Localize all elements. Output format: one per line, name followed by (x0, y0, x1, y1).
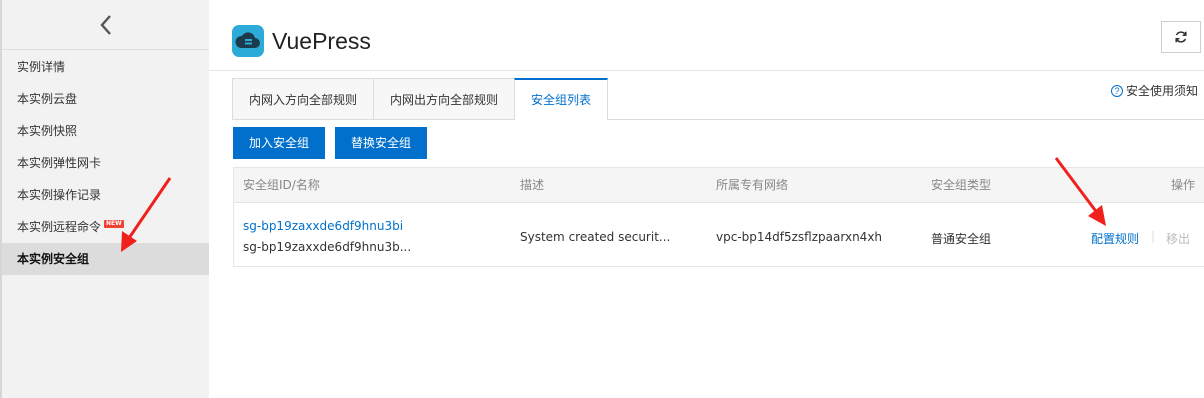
refresh-button[interactable] (1161, 21, 1201, 53)
table-row: sg-bp19zaxxde6df9hnu3bi sg-bp19zaxxde6df… (234, 203, 1204, 267)
remove-link[interactable]: 移出 (1166, 230, 1190, 247)
new-badge: NEW (104, 220, 124, 228)
join-security-group-button[interactable]: 加入安全组 (233, 127, 326, 159)
configure-rules-link[interactable]: 配置规则 (1091, 230, 1139, 247)
security-notice-link[interactable]: ? 安全使用须知 (1111, 82, 1198, 99)
column-header-actions: 操作 (1171, 178, 1196, 192)
column-header-type: 安全组类型 (931, 178, 992, 192)
security-group-id-link[interactable]: sg-bp19zaxxde6df9hnu3bi (243, 219, 403, 233)
security-group-vpc: vpc-bp14df5zsflzpaarxn4xh (716, 230, 883, 244)
refresh-icon (1175, 31, 1187, 43)
question-icon: ? (1111, 84, 1123, 97)
sidebar: 实例详情 本实例云盘 本实例快照 本实例弹性网卡 本实例操作记录 本实例远程命令… (0, 0, 209, 398)
sidebar-item-operation-log[interactable]: 本实例操作记录 (2, 179, 209, 211)
table-header: 安全组ID/名称 描述 所属专有网络 安全组类型 操作 (234, 168, 1204, 203)
cloud-server-icon (232, 25, 264, 57)
security-group-description: System created securit... (520, 230, 671, 244)
tab-outbound-rules[interactable]: 内网出方向全部规则 (373, 78, 515, 120)
replace-security-group-button[interactable]: 替换安全组 (335, 127, 428, 159)
action-separator: | (1151, 229, 1156, 243)
tabs-divider (232, 119, 1204, 120)
page-title: VuePress (272, 28, 371, 54)
column-header-description: 描述 (520, 178, 545, 192)
tab-security-group-list[interactable]: 安全组列表 (514, 78, 609, 120)
sidebar-item-disks[interactable]: 本实例云盘 (2, 83, 209, 115)
main-content: VuePress 内网入方向全部规则 内网出方向全部规则 安全组列表 ? 安全使… (209, 0, 1204, 398)
active-tab-mask (515, 119, 608, 120)
tab-inbound-rules[interactable]: 内网入方向全部规则 (232, 78, 374, 120)
security-group-name: sg-bp19zaxxde6df9hnu3b... (243, 240, 412, 254)
sidebar-item-instance-details[interactable]: 实例详情 (2, 51, 209, 83)
sidebar-item-eni[interactable]: 本实例弹性网卡 (2, 147, 209, 179)
security-notice-label: 安全使用须知 (1126, 84, 1199, 98)
sidebar-item-label: 本实例远程命令 (17, 220, 102, 234)
security-group-type: 普通安全组 (931, 232, 992, 246)
column-header-id-name: 安全组ID/名称 (243, 178, 320, 192)
sidebar-item-security-groups[interactable]: 本实例安全组 (2, 243, 209, 275)
chevron-left-icon (99, 14, 111, 35)
sidebar-menu: 实例详情 本实例云盘 本实例快照 本实例弹性网卡 本实例操作记录 本实例远程命令… (2, 51, 209, 275)
column-header-vpc: 所属专有网络 (716, 178, 789, 192)
tab-bar: 内网入方向全部规则 内网出方向全部规则 安全组列表 (232, 78, 609, 120)
sidebar-item-snapshots[interactable]: 本实例快照 (2, 115, 209, 147)
page-header: VuePress (209, 0, 1204, 71)
collapse-sidebar-button[interactable] (2, 0, 209, 50)
sidebar-item-remote-command[interactable]: 本实例远程命令 NEW (2, 211, 209, 243)
security-group-table: 安全组ID/名称 描述 所属专有网络 安全组类型 操作 sg-bp19zaxxd… (233, 167, 1204, 267)
